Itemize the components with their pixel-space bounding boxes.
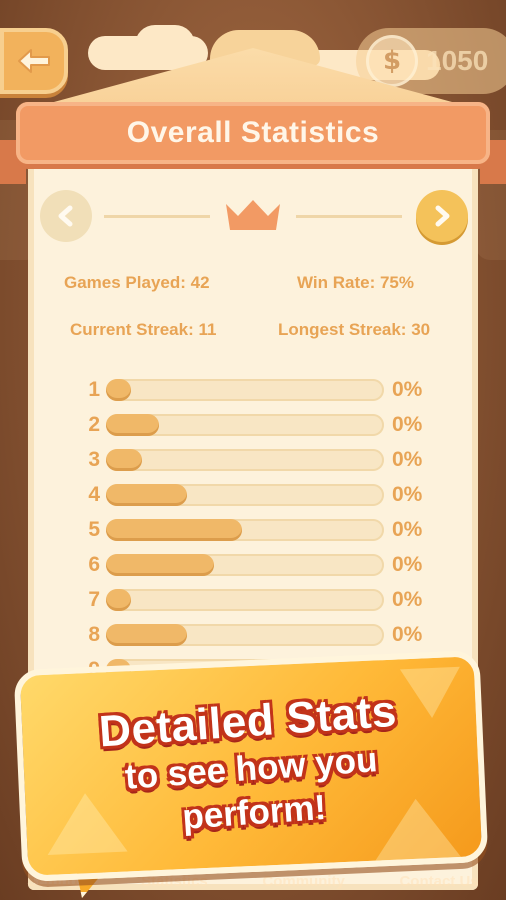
prev-button[interactable]	[40, 190, 92, 242]
progress-track	[106, 378, 384, 401]
guess-distribution: 10%20%30%40%50%60%70%80%90%	[76, 372, 436, 687]
distribution-row: 6 0%	[76, 547, 436, 582]
coin-icon: $	[366, 35, 418, 87]
progress-fill	[106, 623, 187, 646]
row-label: 3	[88, 447, 100, 471]
distribution-row: 5 0%	[76, 512, 436, 547]
distribution-row: 3 0%	[76, 442, 436, 477]
distribution-row: 1 0%	[76, 372, 436, 407]
row-label: 2	[88, 412, 100, 436]
promo-text: Detailed Stats to see how you perform!	[18, 650, 485, 881]
page-title: Overall Statistics	[126, 116, 380, 149]
row-percent: 0%	[392, 447, 423, 471]
promo-line-2: perform!	[181, 787, 328, 837]
win-rate: Win Rate: 75%	[297, 273, 414, 292]
row-percent: 0%	[392, 412, 423, 436]
progress-fill	[106, 448, 143, 471]
row-label: 5	[88, 517, 100, 541]
chevron-right-icon	[435, 205, 450, 227]
distribution-row: 2 0%	[76, 407, 436, 442]
promo-banner: Detailed Stats to see how you perform!	[13, 649, 489, 883]
longest-streak: Longest Streak: 30	[278, 320, 431, 339]
row-percent: 0%	[392, 552, 423, 576]
next-button[interactable]	[416, 190, 468, 242]
progress-track	[106, 448, 384, 471]
row-label: 4	[88, 482, 100, 506]
progress-track	[106, 518, 384, 541]
progress-track	[106, 553, 384, 576]
row-label: 7	[88, 587, 100, 611]
row-percent: 0%	[392, 482, 423, 506]
crown-icon	[226, 200, 280, 230]
bottom-nav-item[interactable]: Contact Us	[399, 873, 478, 890]
distribution-row: 8 0%	[76, 617, 436, 652]
back-button[interactable]	[0, 28, 68, 94]
divider	[104, 215, 210, 218]
progress-track	[106, 413, 384, 436]
row-label: 8	[88, 622, 100, 646]
progress-fill	[106, 483, 187, 506]
chevron-left-icon	[58, 205, 73, 227]
distribution-row: 4 0%	[76, 477, 436, 512]
bottom-nav-item[interactable]: Community	[262, 873, 345, 890]
progress-track	[106, 588, 384, 611]
row-percent: 0%	[392, 517, 423, 541]
row-label: 1	[88, 377, 100, 401]
title-ribbon: Overall Statistics	[16, 102, 490, 164]
progress-fill	[106, 378, 132, 401]
row-percent: 0%	[392, 622, 423, 646]
arrow-left-icon	[18, 49, 50, 73]
coin-count: 1050	[426, 45, 489, 76]
distribution-row: 7 0%	[76, 582, 436, 617]
category-nav	[40, 190, 468, 242]
row-percent: 0%	[392, 587, 423, 611]
progress-fill	[106, 553, 215, 576]
progress-track	[106, 623, 384, 646]
progress-track	[106, 483, 384, 506]
games-played: Games Played: 42	[64, 273, 210, 292]
progress-fill	[106, 588, 132, 611]
row-label: 6	[88, 552, 100, 576]
progress-fill	[106, 413, 159, 436]
progress-fill	[106, 518, 243, 541]
divider	[296, 215, 402, 218]
cloud	[135, 25, 195, 65]
row-percent: 0%	[392, 377, 423, 401]
current-streak: Current Streak: 11	[70, 320, 217, 339]
